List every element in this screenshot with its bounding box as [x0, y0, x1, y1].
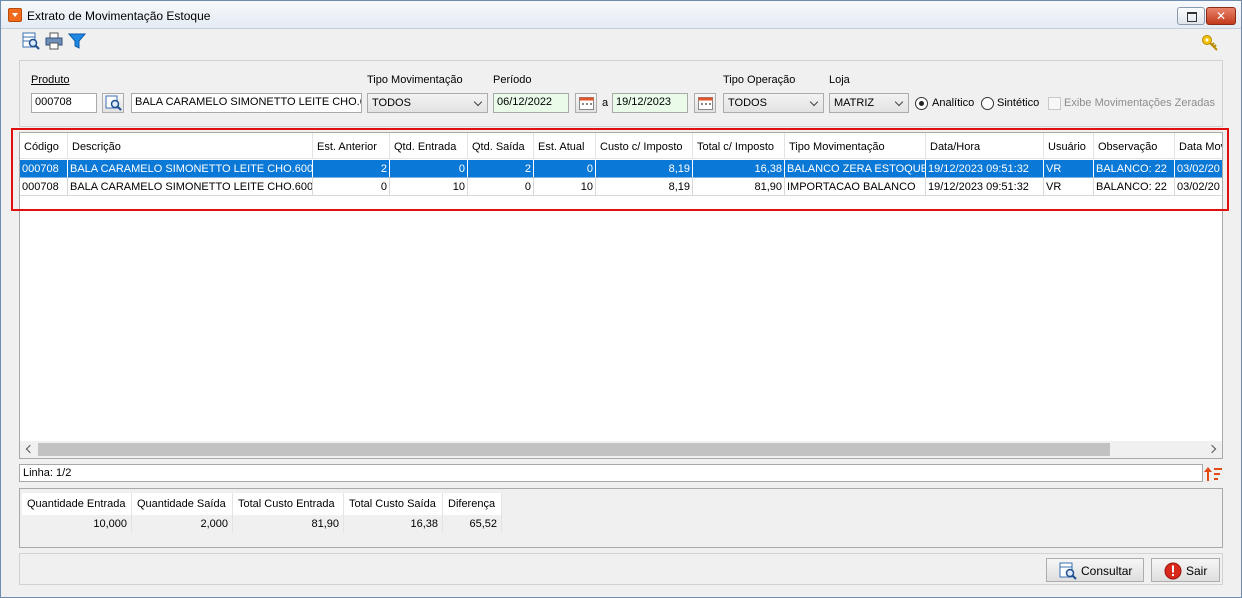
scroll-left-icon[interactable]: [25, 444, 35, 454]
tipo-operacao-value: TODOS: [728, 97, 767, 109]
search-icon: [105, 95, 122, 111]
search-grid-icon[interactable]: [22, 32, 40, 50]
tipo-operacao-select[interactable]: TODOS: [723, 93, 824, 113]
periodo-inicio-input[interactable]: 06/12/2022: [493, 93, 569, 113]
total-value-custo-entrada: 81,90: [233, 515, 344, 533]
button-panel: [19, 553, 1223, 585]
sort-icon[interactable]: [1203, 465, 1223, 483]
exibe-zeradas-label: Exibe Movimentações Zeradas: [1064, 97, 1216, 109]
periodo-fim-input[interactable]: 19/12/2023: [612, 93, 688, 113]
analitico-radio[interactable]: [915, 97, 928, 110]
title-bar: Extrato de Movimentação Estoque: [1, 1, 1241, 29]
periodo-label: Período: [493, 74, 532, 86]
chevron-down-icon: [809, 97, 819, 107]
total-header: Total Custo Saída: [344, 493, 443, 515]
loja-value: MATRIZ: [834, 97, 875, 109]
close-button[interactable]: [1206, 7, 1236, 25]
produto-description-field: BALA CARAMELO SIMONETTO LEITE CHO.600G: [131, 93, 362, 113]
loja-label: Loja: [829, 74, 850, 86]
print-icon[interactable]: [45, 32, 63, 50]
loja-select[interactable]: MATRIZ: [829, 93, 909, 113]
total-value-saida: 2,000: [132, 515, 233, 533]
sintetico-radio[interactable]: [981, 97, 994, 110]
total-value-custo-saida: 16,38: [344, 515, 443, 533]
status-bar: Linha: 1/2: [19, 464, 1203, 482]
orange-dropdown-icon[interactable]: [8, 8, 22, 22]
window-title: Extrato de Movimentação Estoque: [27, 9, 211, 23]
chevron-down-icon: [894, 97, 904, 107]
produto-label: Produto: [31, 74, 70, 86]
consultar-label: Consultar: [1081, 564, 1133, 578]
tipo-movimentacao-value: TODOS: [372, 97, 411, 109]
total-header: Diferença: [443, 493, 502, 515]
periodo-separator: a: [602, 97, 609, 109]
horizontal-scrollbar[interactable]: [20, 441, 1222, 458]
calendar-icon: [579, 97, 594, 110]
total-value-entrada: 10,000: [22, 515, 132, 533]
periodo-fim-calendar-button[interactable]: [694, 93, 716, 113]
calendar-icon: [698, 97, 713, 110]
total-header: Quantidade Saída: [132, 493, 233, 515]
scrollbar-thumb[interactable]: [38, 443, 1110, 456]
highlight-box: [11, 128, 1229, 211]
main-window: Extrato de Movimentação Estoque Produto …: [0, 0, 1242, 598]
scroll-right-icon[interactable]: [1207, 444, 1217, 454]
line-counter: Linha: 1/2: [23, 467, 72, 479]
search-grid-icon: [1059, 562, 1077, 580]
consultar-button[interactable]: Consultar: [1046, 558, 1144, 582]
funnel-icon[interactable]: [68, 32, 86, 50]
key-icon[interactable]: [1201, 34, 1219, 52]
exit-icon: [1164, 562, 1182, 580]
tipo-operacao-label: Tipo Operação: [723, 74, 796, 86]
restore-button[interactable]: [1177, 7, 1205, 25]
total-header: Quantidade Entrada: [22, 493, 132, 515]
total-value-diferenca: 65,52: [443, 515, 502, 533]
produto-code-input[interactable]: 000708: [31, 93, 97, 113]
periodo-inicio-calendar-button[interactable]: [575, 93, 597, 113]
sair-button[interactable]: Sair: [1151, 558, 1220, 582]
analitico-label: Analítico: [932, 97, 975, 109]
tipo-movimentacao-select[interactable]: TODOS: [367, 93, 488, 113]
chevron-down-icon: [473, 97, 483, 107]
totals-panel: Quantidade Entrada Quantidade Saída Tota…: [19, 488, 1223, 548]
produto-search-button[interactable]: [102, 93, 124, 113]
sair-label: Sair: [1186, 564, 1208, 578]
total-header: Total Custo Entrada: [233, 493, 344, 515]
tipo-movimentacao-label: Tipo Movimentação: [367, 74, 463, 86]
exibe-zeradas-checkbox[interactable]: [1048, 97, 1061, 110]
sintetico-label: Sintético: [997, 97, 1040, 109]
